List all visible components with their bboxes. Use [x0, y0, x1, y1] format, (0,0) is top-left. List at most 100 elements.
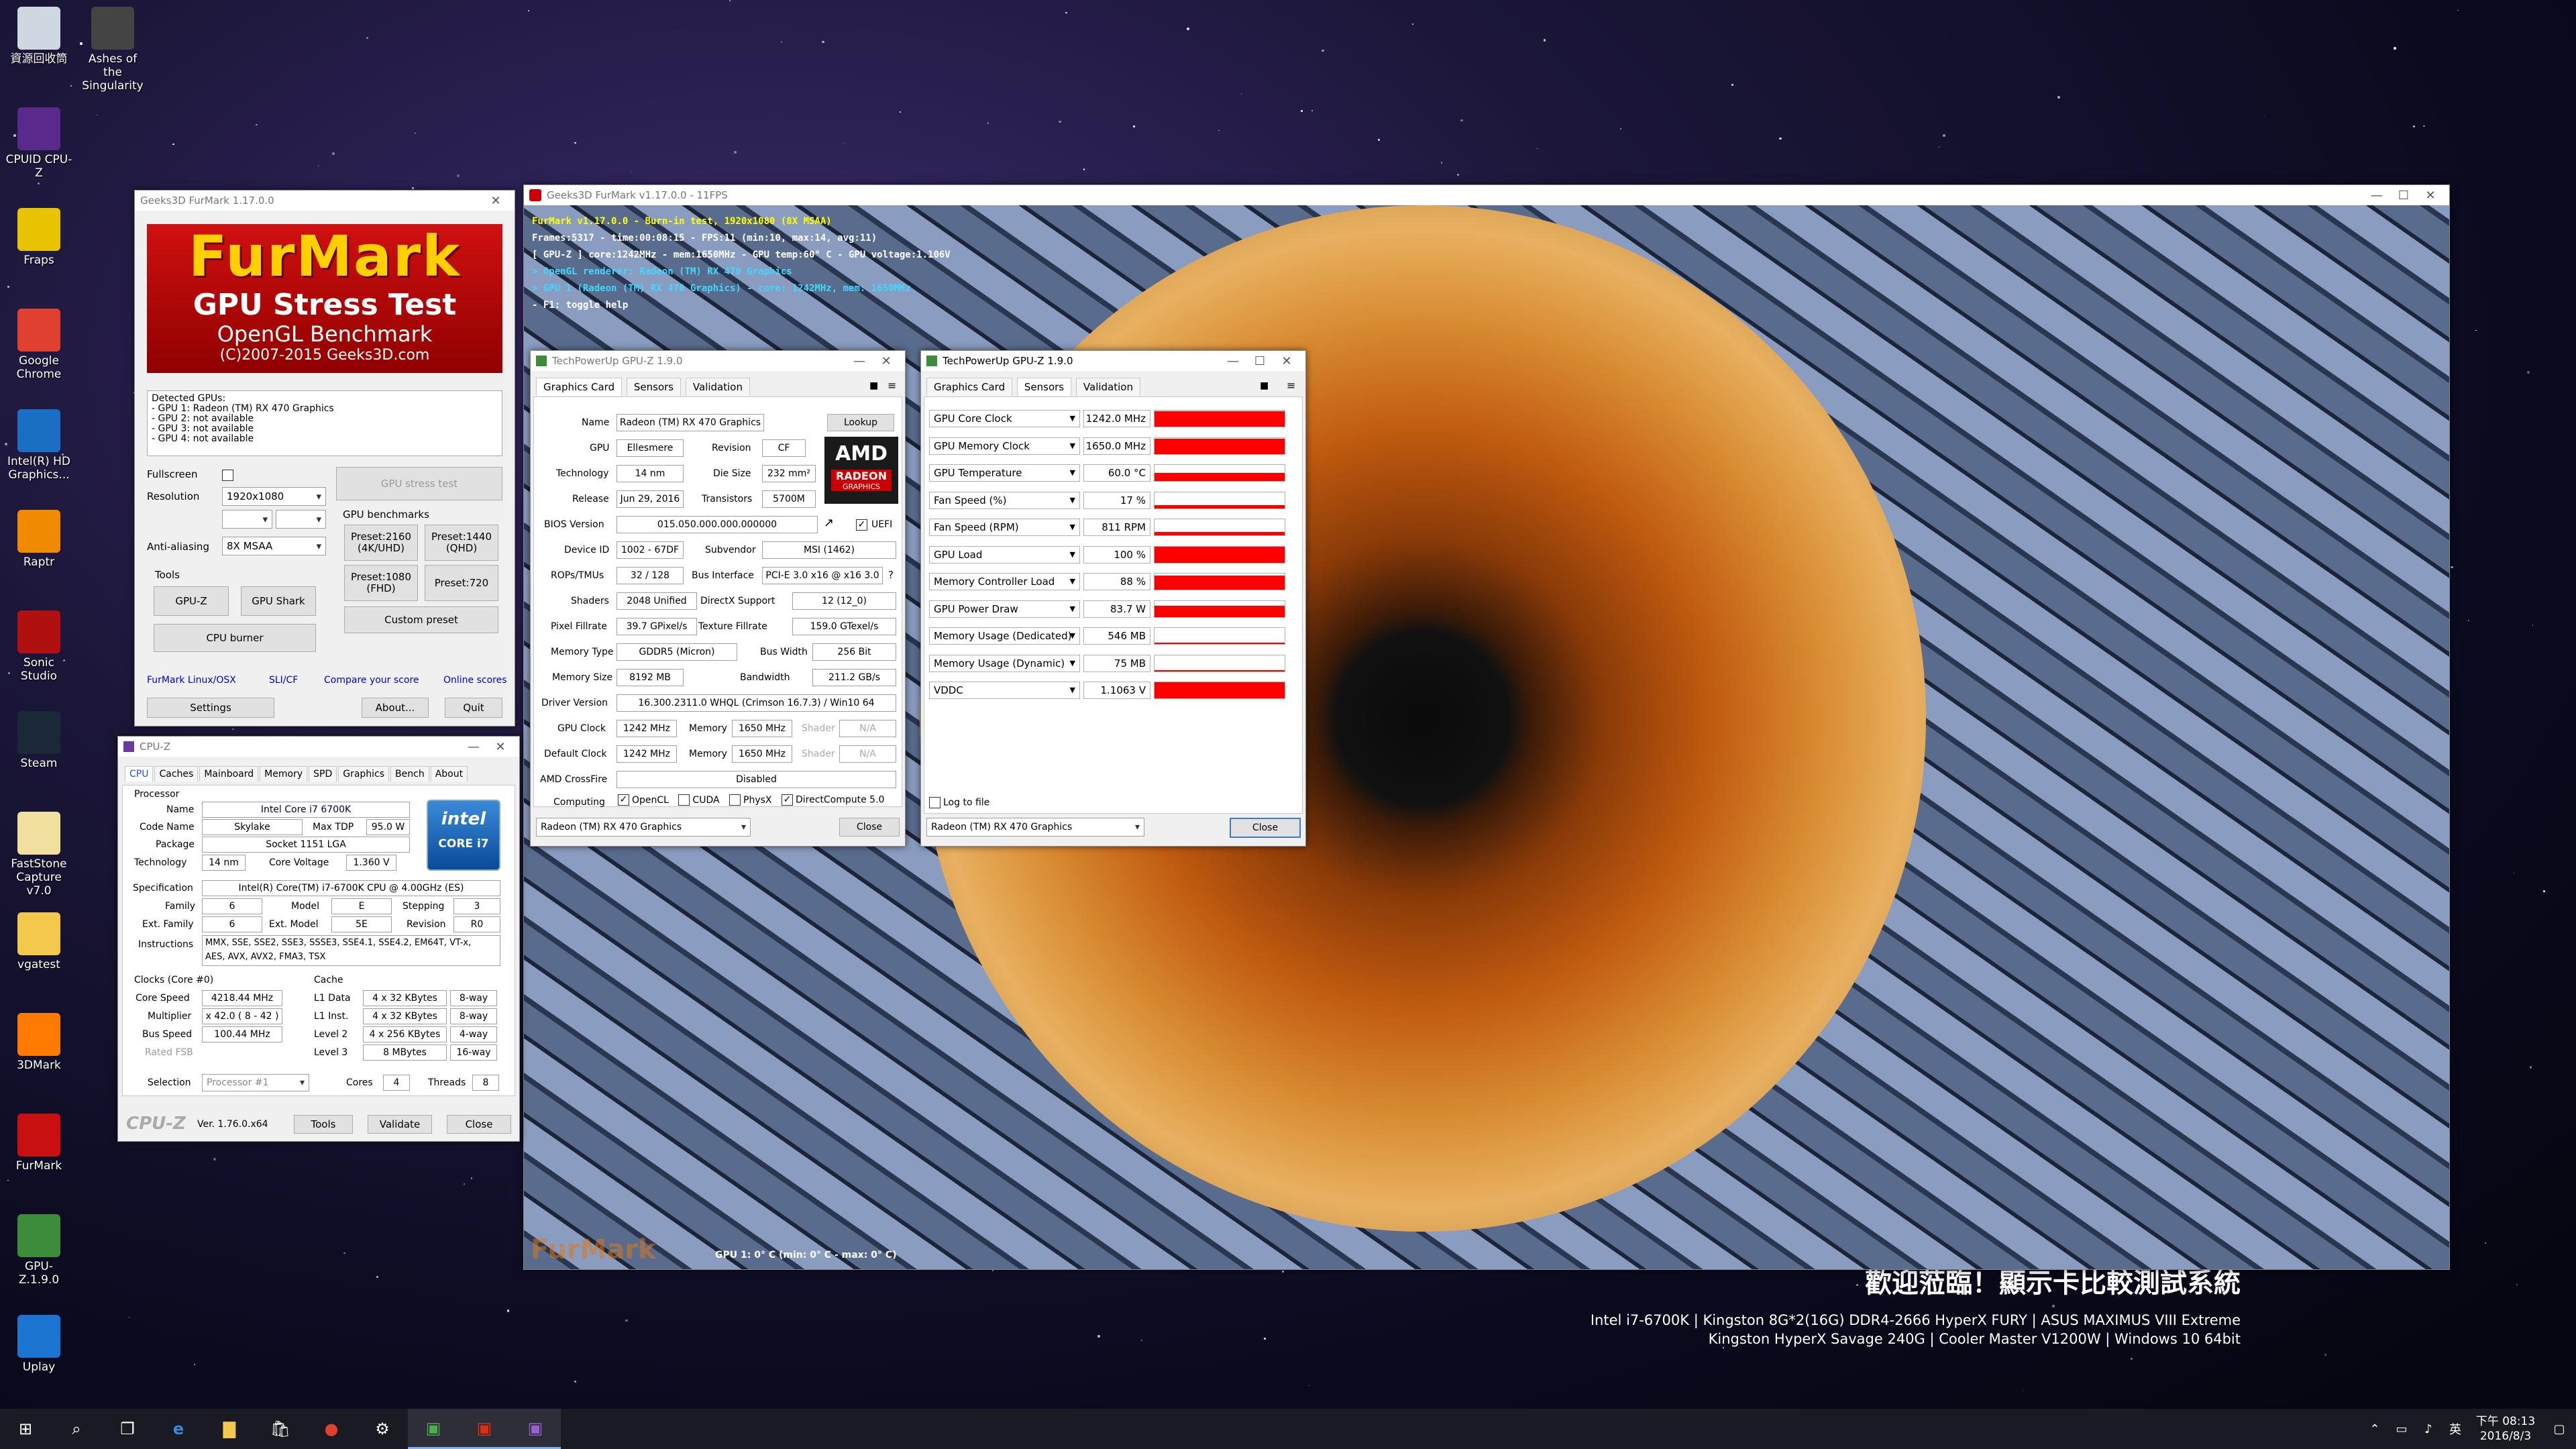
- maximize-button[interactable]: ☐: [2390, 189, 2417, 203]
- quit-button[interactable]: Quit: [445, 698, 502, 718]
- menu-icon[interactable]: ≡: [1287, 379, 1295, 392]
- maximize-button[interactable]: ☐: [1246, 354, 1273, 368]
- gpu-select[interactable]: Radeon (TM) RX 470 Graphics: [926, 818, 1144, 837]
- desktop-icon-faststone[interactable]: FastStone Capture v7.0: [5, 812, 72, 898]
- share-icon[interactable]: ↗: [824, 516, 834, 530]
- close-button[interactable]: ✕: [2417, 189, 2444, 203]
- link-sli-cf[interactable]: SLI/CF: [269, 675, 298, 686]
- custom-preset-button[interactable]: Custom preset: [344, 606, 498, 633]
- desktop-icon-ashes[interactable]: Ashes of the Singularity: [79, 7, 146, 93]
- tab-validation[interactable]: Validation: [685, 378, 750, 396]
- minimize-button[interactable]: —: [460, 740, 487, 754]
- furmark-main-window[interactable]: Geeks3D FurMark 1.17.0.0 ✕ FurMark GPU S…: [134, 190, 515, 727]
- gpuz-button[interactable]: GPU-Z: [154, 586, 229, 616]
- link-linux-osx[interactable]: FurMark Linux/OSX: [147, 675, 236, 686]
- sensor-name-dropdown[interactable]: Memory Usage (Dynamic): [929, 654, 1080, 672]
- tab-graphics[interactable]: Graphics: [338, 766, 390, 782]
- gpuz-sensors-window[interactable]: TechPowerUp GPU-Z 1.9.0 — ☐ ✕ Graphics C…: [920, 350, 1306, 847]
- close-button[interactable]: Close: [447, 1115, 511, 1134]
- sensor-name-dropdown[interactable]: GPU Core Clock: [929, 410, 1080, 427]
- sensor-name-dropdown[interactable]: GPU Temperature: [929, 464, 1080, 482]
- desktop-icon-uplay[interactable]: Uplay: [5, 1315, 72, 1374]
- preset-1080-button[interactable]: Preset:1080 (FHD): [344, 565, 418, 601]
- tab-memory[interactable]: Memory: [260, 766, 308, 782]
- desktop-icon-recycle-bin[interactable]: 資源回收筒: [5, 7, 72, 66]
- resolution-width-field[interactable]: [222, 510, 272, 529]
- ime-icon[interactable]: 英: [2442, 1409, 2469, 1449]
- cpuz-window[interactable]: CPU-Z — ✕ CPU Caches Mainboard Memory SPD Gra…: [117, 736, 520, 1142]
- sensor-name-dropdown[interactable]: Fan Speed (RPM): [929, 519, 1080, 536]
- notifications-icon[interactable]: ▢: [2542, 1409, 2576, 1449]
- search-icon[interactable]: ⌕: [51, 1409, 102, 1449]
- desktop-icon-sonic-studio[interactable]: Sonic Studio: [5, 610, 72, 683]
- aa-select[interactable]: 8X MSAA: [222, 537, 326, 555]
- tab-mainboard[interactable]: Mainboard: [199, 766, 259, 782]
- store-icon[interactable]: 🛍: [255, 1409, 306, 1449]
- cpuz-taskbar-icon[interactable]: ▣: [510, 1409, 561, 1449]
- file-explorer-icon[interactable]: ▇: [204, 1409, 255, 1449]
- sensor-name-dropdown[interactable]: Memory Controller Load: [929, 573, 1080, 590]
- desktop-icon-cpuz[interactable]: CPUID CPU-Z: [5, 107, 72, 180]
- fullscreen-checkbox[interactable]: [222, 470, 233, 481]
- sensor-name-dropdown[interactable]: GPU Memory Clock: [929, 437, 1080, 455]
- gpu-select[interactable]: Radeon (TM) RX 470 Graphics: [536, 818, 751, 837]
- tab-validation[interactable]: Validation: [1075, 378, 1140, 396]
- network-icon[interactable]: ▭: [2388, 1409, 2415, 1449]
- close-button[interactable]: ✕: [487, 740, 514, 754]
- sensor-name-dropdown[interactable]: GPU Load: [929, 545, 1080, 564]
- windows-start-icon[interactable]: ⊞: [0, 1409, 51, 1449]
- close-button[interactable]: Close: [1230, 818, 1301, 838]
- tab-caches[interactable]: Caches: [154, 766, 199, 782]
- desktop-icon-folder[interactable]: vgatest: [5, 912, 72, 971]
- desktop-icon-intel-hd[interactable]: Intel(R) HD Graphics...: [5, 409, 72, 482]
- validate-button[interactable]: Validate: [368, 1115, 432, 1134]
- gpuz-card-titlebar[interactable]: TechPowerUp GPU-Z 1.9.0 — ✕: [531, 351, 905, 371]
- tab-sensors[interactable]: Sensors: [1016, 378, 1072, 396]
- processor-select[interactable]: Processor #1: [202, 1074, 309, 1091]
- settings-button[interactable]: Settings: [147, 698, 274, 718]
- about-button[interactable]: About...: [362, 698, 429, 718]
- minimize-button[interactable]: —: [1220, 354, 1246, 368]
- desktop-icon-fraps[interactable]: Fraps: [5, 208, 72, 267]
- log-checkbox[interactable]: [929, 797, 941, 808]
- help-icon[interactable]: ?: [888, 569, 894, 581]
- preset-1440-button[interactable]: Preset:1440 (QHD): [425, 525, 498, 561]
- tray-chevron-icon[interactable]: ⌃: [2361, 1409, 2388, 1449]
- resolution-height-field[interactable]: [276, 510, 326, 529]
- tab-bench[interactable]: Bench: [390, 766, 429, 782]
- minimize-button[interactable]: —: [2363, 189, 2390, 203]
- close-button[interactable]: ✕: [1273, 354, 1300, 368]
- resolution-select[interactable]: 1920x1080: [222, 487, 326, 506]
- camera-icon[interactable]: ■: [869, 380, 878, 391]
- tab-spd[interactable]: SPD: [309, 766, 337, 782]
- camera-icon[interactable]: ■: [1260, 380, 1269, 391]
- tab-about[interactable]: About: [430, 766, 468, 782]
- tab-graphics-card[interactable]: Graphics Card: [926, 378, 1013, 396]
- link-online-scores[interactable]: Online scores: [443, 675, 507, 686]
- sensor-name-dropdown[interactable]: GPU Power Draw: [929, 600, 1080, 618]
- tab-graphics-card[interactable]: Graphics Card: [536, 378, 623, 396]
- chrome-taskbar-icon[interactable]: ●: [306, 1409, 357, 1449]
- log-to-file[interactable]: Log to file: [929, 797, 989, 808]
- furmark-main-titlebar[interactable]: Geeks3D FurMark 1.17.0.0 ✕: [135, 191, 515, 211]
- minimize-button[interactable]: —: [846, 354, 873, 368]
- tools-button[interactable]: Tools: [294, 1115, 353, 1134]
- edge-icon[interactable]: e: [153, 1409, 204, 1449]
- cpuz-titlebar[interactable]: CPU-Z — ✕: [118, 737, 519, 757]
- tab-sensors[interactable]: Sensors: [626, 378, 682, 396]
- close-button[interactable]: ✕: [873, 354, 900, 368]
- close-button[interactable]: Close: [839, 818, 900, 837]
- tab-cpu[interactable]: CPU: [125, 766, 154, 782]
- preset-2160-button[interactable]: Preset:2160 (4K/UHD): [344, 525, 418, 561]
- furmark-render-titlebar[interactable]: Geeks3D FurMark v1.17.0.0 - 11FPS — ☐ ✕: [524, 185, 2449, 205]
- volume-icon[interactable]: ♪: [2415, 1409, 2442, 1449]
- desktop-icon-steam[interactable]: Steam: [5, 711, 72, 770]
- sensor-name-dropdown[interactable]: Fan Speed (%): [929, 491, 1080, 509]
- close-button[interactable]: ✕: [482, 194, 509, 208]
- menu-icon[interactable]: ≡: [888, 379, 896, 392]
- preset-720-button[interactable]: Preset:720: [425, 565, 498, 601]
- clock[interactable]: 下午 08:13 2016/8/3: [2469, 1414, 2542, 1444]
- lookup-button[interactable]: Lookup: [827, 414, 894, 431]
- furmark-taskbar-icon[interactable]: ▣: [459, 1409, 510, 1449]
- sensor-name-dropdown[interactable]: Memory Usage (Dedicated): [929, 627, 1080, 645]
